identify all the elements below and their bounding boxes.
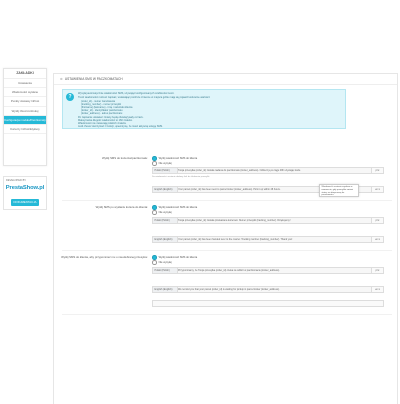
language-dropdown[interactable]: pl ▾ — [371, 168, 383, 173]
field-language-label: Polski (Polish) — [153, 268, 178, 273]
panel-header: ⚙ Ustawienia SMS w Paczkomatach — [54, 74, 397, 85]
info-alert: ? Wysyłaj automatycznie wiadomości SMS, … — [62, 89, 346, 129]
sidebar-item-settings[interactable]: Ustawienia — [4, 79, 46, 89]
sidebar-title: Zakładki — [4, 69, 46, 79]
message-field-pl[interactable]: Polski (Polish) Przypominamy, że Twoja p… — [152, 267, 384, 274]
sidebar-item-bulk-send[interactable]: Wyślij zbiorczo/drukuj — [4, 107, 46, 116]
field-language-label: Polski (Polish) — [153, 218, 178, 223]
radio-send[interactable]: Wyślij wiadomość SMS do klienta — [152, 255, 197, 260]
radio-no-send[interactable]: Nie wysyłaj — [152, 210, 172, 215]
radio-checked-icon[interactable] — [152, 205, 157, 210]
radio-no-send[interactable]: Nie wysyłaj — [152, 260, 172, 265]
radio-checked-icon[interactable] — [152, 156, 157, 161]
developer-logo[interactable]: PrestaShow.pl — [4, 185, 46, 191]
question-icon: ? — [66, 93, 74, 101]
divider — [62, 250, 392, 251]
field-language-label: English (English) — [153, 287, 178, 292]
gear-icon: ⚙ — [60, 77, 63, 81]
divider — [62, 314, 392, 315]
radio-unchecked-icon[interactable] — [152, 260, 157, 265]
field-hint: Do wiadomości zostanie dodany link do śl… — [152, 175, 210, 178]
field-text[interactable]: Przypominamy, że Twoja przesyłka {order_… — [178, 268, 371, 273]
radio-send[interactable]: Wyślij wiadomość SMS do klienta — [152, 156, 197, 161]
info-line: Jeśli chcesz skorzystać z funkcji, upewn… — [78, 124, 163, 128]
radio-no-send[interactable]: Nie wysyłaj — [152, 161, 172, 166]
language-dropdown[interactable]: en ▾ — [371, 237, 383, 242]
field-text[interactable]: Twoja przesyłka {order_id} została nadan… — [178, 168, 371, 173]
field-text[interactable]: We remind you that your parcel {order_id… — [178, 287, 371, 292]
sidebar-tabs: Zakładki Ustawienia Wiadomości wysłane P… — [3, 68, 47, 166]
section-label: Wyślij SMS po wysłaniu kuriera do klient… — [95, 205, 148, 209]
radio-unchecked-icon[interactable] — [152, 210, 157, 215]
sidebar-item-sent-messages[interactable]: Wiadomości wysłane — [4, 88, 46, 98]
message-field-pl[interactable]: Polski (Polish) Twoja przesyłka {order_i… — [152, 217, 384, 224]
field-language-label: English (English) — [153, 187, 178, 192]
info-line: {locker_address} - adres paczkomatu — [81, 111, 123, 115]
language-dropdown[interactable]: en ▾ — [371, 187, 383, 192]
admin-page: Zakładki Ustawienia Wiadomości wysłane P… — [0, 0, 400, 404]
extra-field[interactable] — [152, 300, 384, 307]
documentation-button[interactable]: Dokumentacja — [11, 199, 39, 206]
section-label: Wyślij SMS do kurierów/paczkomatu: — [102, 156, 148, 160]
radio-send[interactable]: Wyślij wiadomość SMS do klienta — [152, 205, 197, 210]
language-dropdown[interactable]: en ▾ — [371, 287, 383, 292]
developer-panel: Developed by PrestaShow.pl Dokumentacja — [3, 176, 47, 210]
field-language-label: Polski (Polish) — [153, 168, 178, 173]
panel-title: Ustawienia SMS w Paczkomatach — [64, 77, 123, 81]
message-field-en[interactable]: English (English) Your parcel {order_id}… — [152, 236, 384, 243]
section-label: Wyślij SMS do klienta, aby przypomnieć m… — [61, 255, 148, 259]
language-dropdown[interactable]: pl ▾ — [371, 218, 383, 223]
field-language-label: English (English) — [153, 237, 178, 242]
language-dropdown[interactable]: pl ▾ — [371, 268, 383, 273]
main-panel: ⚙ Ustawienia SMS w Paczkomatach ? Wysyłaj… — [53, 73, 398, 404]
info-line: Wysyłaj automatycznie wiadomości SMS, uż… — [78, 92, 175, 95]
field-text[interactable]: Twoja przesyłka {order_id} została przek… — [178, 218, 371, 223]
sidebar-item-couriers[interactable]: Kurierzy InPost/Etykiety — [4, 125, 46, 135]
help-tooltip: Wiadomość zostanie wysłana w momencie, g… — [319, 184, 359, 197]
radio-unchecked-icon[interactable] — [152, 161, 157, 166]
divider — [62, 200, 392, 201]
message-field-en[interactable]: English (English) We remind you that you… — [152, 286, 384, 293]
sidebar-item-points[interactable]: Punkty dostawy InPost — [4, 97, 46, 107]
field-text[interactable]: Your parcel {order_id} has been handed o… — [178, 237, 371, 242]
radio-checked-icon[interactable] — [152, 255, 157, 260]
sidebar-item-config-active[interactable]: Konfiguracja modułu/Paczkomaty — [4, 115, 46, 125]
message-field-pl[interactable]: Polski (Polish) Twoja przesyłka {order_i… — [152, 167, 384, 174]
developer-label: Developed by — [6, 179, 27, 182]
